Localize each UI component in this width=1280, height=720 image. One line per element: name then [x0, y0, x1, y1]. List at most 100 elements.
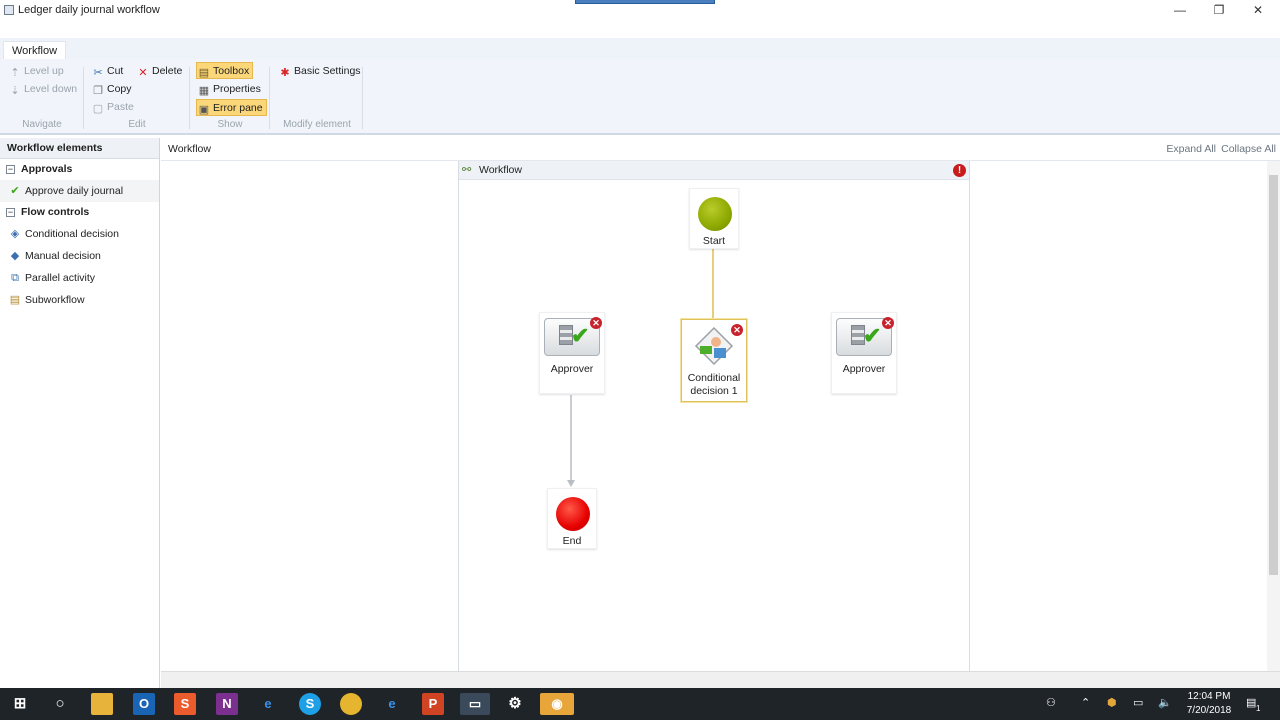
- manual-decision-icon: ◆: [10, 250, 20, 262]
- workflow-editor-taskbar-icon[interactable]: ▭: [460, 693, 490, 715]
- toolbox-toggle[interactable]: ▤ Toolbox: [196, 62, 254, 79]
- collapse-icon[interactable]: −: [6, 165, 15, 174]
- category-flow-controls[interactable]: − Flow controls: [0, 202, 159, 223]
- level-down-label: Level down: [24, 83, 78, 95]
- toolbox-item-subworkflow[interactable]: ▤ Subworkflow: [0, 289, 159, 311]
- windows-start-icon[interactable]: ⊞: [9, 693, 31, 715]
- copy-button[interactable]: ❐ Copy: [92, 81, 132, 98]
- toolbox-item-conditional-decision[interactable]: ◈ Conditional decision: [0, 223, 159, 245]
- error-icon[interactable]: !: [953, 164, 966, 177]
- file-explorer-icon[interactable]: [91, 693, 113, 715]
- node-label: Conditional decision 1: [687, 372, 741, 397]
- group-divider: [83, 67, 84, 129]
- tab-workflow[interactable]: Workflow: [3, 41, 67, 61]
- level-up-icon: ⇡: [10, 67, 20, 79]
- node-label: Start: [702, 235, 726, 247]
- settings-gear-icon[interactable]: ⚙: [504, 693, 526, 715]
- action-center-icon[interactable]: ▤: [1246, 696, 1256, 709]
- paste-button[interactable]: ▢ Paste: [92, 99, 134, 116]
- remove-node-icon[interactable]: ✕: [590, 317, 602, 329]
- title-bar: Ledger daily journal workflow — ❐ ✕: [0, 0, 1280, 30]
- approver-node-right[interactable]: ✔ ✕ Approver: [831, 312, 897, 394]
- snagit-icon[interactable]: S: [174, 693, 196, 715]
- copy-label: Copy: [107, 83, 132, 95]
- powerpoint-icon[interactable]: P: [422, 693, 444, 715]
- restore-button[interactable]: ❐: [1209, 2, 1229, 18]
- level-down-icon: ⇣: [10, 85, 20, 97]
- toolbox-item-label: Subworkflow: [25, 294, 85, 306]
- edge-icon[interactable]: e: [257, 693, 279, 715]
- approver-node-left[interactable]: ✔ ✕ Approver: [539, 312, 605, 394]
- paste-icon: ▢: [92, 103, 104, 115]
- toolbox-item-parallel-activity[interactable]: ⧉ Parallel activity: [0, 267, 159, 289]
- internet-explorer-icon[interactable]: e: [381, 693, 403, 715]
- zoom-app-icon[interactable]: ◉: [540, 693, 574, 715]
- remove-node-icon[interactable]: ✕: [731, 324, 743, 336]
- parallel-activity-icon: ⧉: [11, 272, 19, 284]
- cut-button[interactable]: ✂ Cut: [92, 63, 123, 80]
- level-up-button[interactable]: ⇡ Level up: [9, 63, 64, 80]
- category-label: Approvals: [21, 163, 73, 175]
- battery-icon[interactable]: ▭: [1133, 696, 1143, 709]
- expand-all-link[interactable]: Expand All: [1166, 143, 1216, 155]
- toolbox-item-label: Manual decision: [25, 250, 101, 262]
- toolbox-item-approve-daily-journal[interactable]: ✔ Approve daily journal: [0, 180, 159, 202]
- system-clock[interactable]: 12:04 PM 7/20/2018: [1180, 690, 1238, 718]
- window-title: Ledger daily journal workflow: [18, 4, 160, 16]
- toolbox-item-label: Parallel activity: [25, 272, 96, 284]
- panel-header: Workflow elements: [0, 138, 159, 159]
- tray-app-icon[interactable]: ⬢: [1107, 696, 1117, 709]
- toolbox-item-manual-decision[interactable]: ◆ Manual decision: [0, 245, 159, 267]
- scrollbar-thumb[interactable]: [1269, 175, 1278, 575]
- conditional-decision-node[interactable]: ✕ Conditional decision 1: [681, 319, 747, 402]
- start-node[interactable]: Start: [689, 188, 739, 249]
- outlook-icon[interactable]: O: [133, 693, 155, 715]
- group-label-modify: Modify element: [283, 119, 351, 130]
- subworkflow-icon: ▤: [9, 294, 21, 306]
- level-up-label: Level up: [24, 65, 64, 77]
- workflow-container-title: Workflow: [479, 164, 522, 176]
- checkmark-icon: ✔: [863, 323, 882, 348]
- start-circle-icon: [698, 197, 732, 231]
- properties-icon: ▦: [198, 85, 210, 97]
- onenote-icon[interactable]: N: [216, 693, 238, 715]
- toolbox-item-label: Conditional decision: [25, 228, 119, 240]
- delete-label: Delete: [152, 65, 183, 77]
- delete-button[interactable]: ✕ Delete: [137, 63, 182, 80]
- level-down-button[interactable]: ⇣ Level down: [9, 81, 77, 98]
- toolbox-label: Toolbox: [213, 65, 250, 77]
- volume-icon[interactable]: 🔈: [1158, 696, 1172, 709]
- people-icon[interactable]: ⚇: [1046, 696, 1056, 709]
- category-approvals[interactable]: − Approvals: [0, 159, 159, 180]
- collapse-icon[interactable]: −: [6, 208, 15, 217]
- vertical-scrollbar[interactable]: [1267, 161, 1280, 671]
- error-pane-toggle[interactable]: ▣ Error pane: [196, 99, 267, 116]
- copy-icon: ❐: [93, 85, 103, 97]
- notification-count: 1: [1256, 704, 1261, 713]
- close-button[interactable]: ✕: [1248, 2, 1268, 18]
- minimize-button[interactable]: —: [1170, 2, 1190, 18]
- cortana-icon[interactable]: ○: [49, 693, 71, 715]
- skype-icon[interactable]: S: [299, 693, 321, 715]
- collapse-all-link[interactable]: Collapse All: [1221, 143, 1276, 155]
- properties-toggle[interactable]: ▦ Properties: [198, 81, 261, 98]
- workflow-elements-panel: Workflow elements − Approvals ✔ Approve …: [0, 138, 160, 688]
- remove-node-icon[interactable]: ✕: [882, 317, 894, 329]
- basic-settings-button[interactable]: ✱ Basic Settings: [279, 63, 360, 80]
- workflow-container-header: ⚯ Workflow !: [459, 161, 969, 180]
- group-label-edit: Edit: [128, 119, 146, 130]
- paste-label: Paste: [107, 101, 134, 113]
- properties-label: Properties: [213, 83, 261, 95]
- clock-time: 12:04 PM: [1187, 691, 1231, 702]
- node-label: Approver: [550, 363, 594, 375]
- conditional-decision-icon: ◈: [10, 228, 20, 240]
- checkmark-icon: ✔: [571, 323, 590, 348]
- scissors-icon: ✂: [93, 67, 103, 79]
- cut-label: Cut: [107, 65, 124, 77]
- end-node[interactable]: End: [547, 488, 597, 549]
- chrome-icon[interactable]: [340, 693, 362, 715]
- show-hidden-icons-chevron-icon[interactable]: ⌃: [1081, 696, 1090, 709]
- clock-date: 7/20/2018: [1186, 705, 1232, 716]
- breadcrumb[interactable]: Workflow: [168, 143, 211, 155]
- error-pane-label: Error pane: [213, 102, 263, 114]
